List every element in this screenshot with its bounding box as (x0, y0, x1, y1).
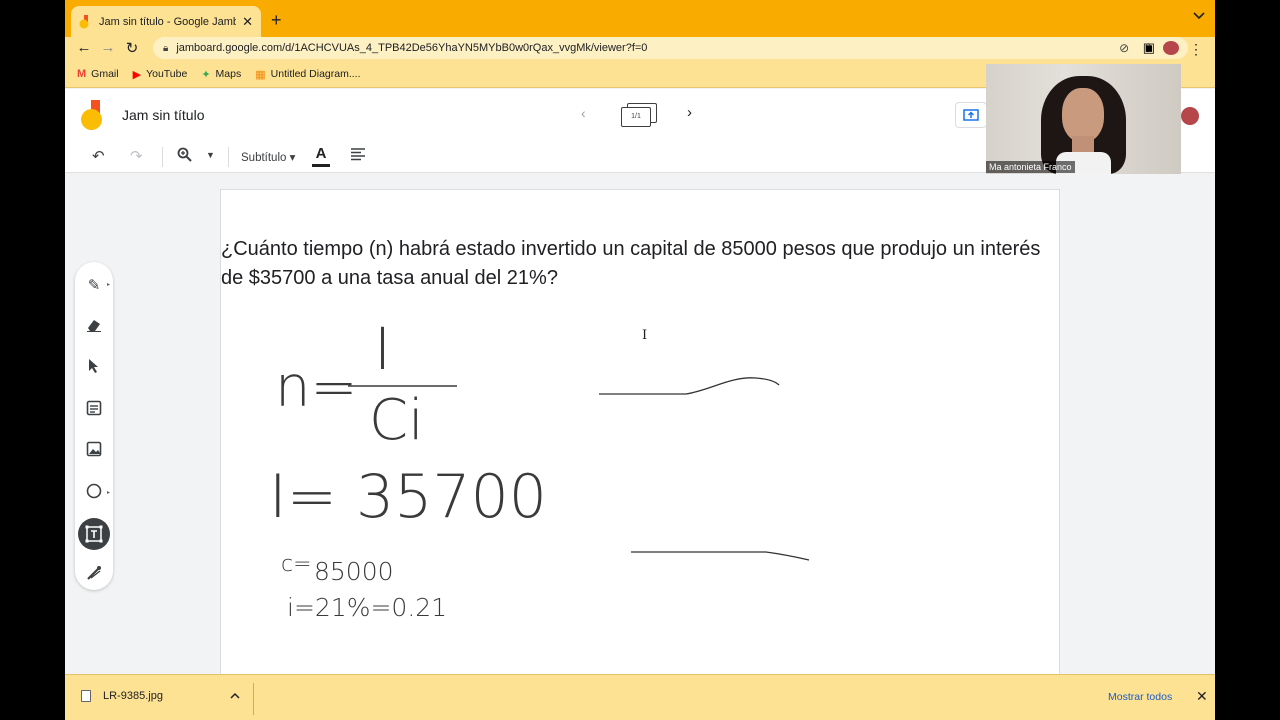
browser-window: Jam sin título - Google Jamboard ✕ + ← →… (65, 0, 1215, 720)
toolbar-divider (162, 147, 163, 167)
image-icon (86, 441, 102, 461)
image-tool[interactable] (75, 434, 113, 468)
shape-tool[interactable]: ▸ (75, 476, 113, 510)
video-call-tile[interactable]: Ma antonieta Franco (986, 64, 1181, 174)
download-options-chevron-icon[interactable] (230, 690, 240, 702)
close-download-bar-icon[interactable]: ✕ (1196, 688, 1208, 705)
present-icon (963, 109, 979, 121)
new-tab-button[interactable]: + (271, 10, 282, 31)
tool-palette: ✎ ▸ ▸ (75, 262, 113, 590)
zoom-dropdown-icon[interactable]: ▼ (206, 150, 215, 160)
back-button[interactable]: ← (71, 39, 97, 56)
next-frame-chevron-icon[interactable]: › (687, 104, 692, 121)
bookmark-label: Gmail (91, 68, 119, 80)
toolbar-divider (228, 147, 229, 167)
jam-title[interactable]: Jam sin título (122, 107, 204, 123)
url-text[interactable]: jamboard.google.com/d/1ACHCVUAs_4_TPB42D… (176, 42, 1119, 54)
eraser-tool[interactable] (75, 310, 113, 344)
gmail-icon: M (77, 68, 87, 80)
redo-icon[interactable]: ↷ (130, 147, 143, 165)
bookmark-label: YouTube (146, 68, 188, 80)
canvas-area: ¿Cuánto tiempo (n) habrá estado invertid… (65, 174, 1215, 679)
font-style-dropdown[interactable]: Subtítulo ▾ (241, 150, 295, 164)
text-color-icon[interactable]: A (312, 145, 330, 167)
zoom-icon[interactable] (177, 147, 192, 166)
ink-stroke-1[interactable] (599, 377, 780, 395)
eye-off-icon[interactable]: ⊘ (1119, 41, 1129, 55)
tab-title: Jam sin título - Google Jamboard (99, 15, 237, 28)
select-tool[interactable] (75, 351, 113, 385)
ink-stroke-2[interactable] (631, 551, 810, 561)
file-icon (81, 690, 91, 702)
cursor-arrow-icon (88, 358, 100, 378)
chrome-menu-icon[interactable]: ⋮ (1189, 41, 1203, 58)
tab-search-chevron-icon[interactable] (1193, 11, 1205, 23)
circle-shape-icon (86, 483, 102, 503)
bookmark-youtube[interactable]: ▶ YouTube (133, 68, 188, 81)
profile-avatar[interactable] (1163, 41, 1179, 55)
download-file-name: LR-9385.jpg (103, 690, 163, 702)
font-style-label: Subtítulo (241, 152, 287, 164)
undo-icon[interactable]: ↶ (92, 147, 105, 165)
jamboard-logo-icon[interactable] (81, 100, 105, 130)
laser-tool[interactable] (75, 558, 113, 592)
drawio-icon: ▦ (255, 68, 266, 81)
bookmark-gmail[interactable]: M Gmail (77, 68, 119, 80)
youtube-icon: ▶ (132, 68, 142, 81)
jam-frame[interactable]: ¿Cuánto tiempo (n) habrá estado invertid… (220, 189, 1060, 679)
bookmark-untitled-diagram[interactable]: ▦ Untitled Diagram.... (255, 68, 360, 81)
text-box-tool[interactable] (75, 517, 113, 551)
sticky-note-icon (86, 400, 102, 420)
account-avatar[interactable] (1181, 107, 1199, 125)
reload-button[interactable]: ↻ (119, 39, 145, 57)
show-all-downloads-link[interactable]: Mostrar todos (1108, 691, 1172, 703)
pen-tool[interactable]: ✎ ▸ (75, 268, 113, 302)
download-item[interactable]: LR-9385.jpg (81, 690, 163, 702)
ink-strokes[interactable] (221, 190, 1059, 678)
maps-icon: ✦ (201, 68, 211, 81)
tab-strip: Jam sin título - Google Jamboard ✕ + (65, 0, 1215, 37)
bookmark-label: Untitled Diagram.... (270, 68, 361, 80)
frame-bar-toggle[interactable]: 1/1 (621, 103, 657, 127)
align-icon[interactable] (350, 147, 366, 165)
text-cursor-icon: I (642, 328, 648, 343)
browser-toolbar: ← → ↻ 🔒︎ jamboard.google.com/d/1ACHCVUAs… (65, 37, 1215, 61)
text-box-icon (78, 518, 110, 550)
bookmark-maps[interactable]: ✦ Maps (201, 68, 241, 81)
tab-close-icon[interactable]: ✕ (242, 14, 253, 30)
side-panel-icon[interactable]: ▣ (1143, 40, 1155, 56)
page-indicator: 1/1 (621, 107, 651, 127)
sticky-note-tool[interactable] (75, 393, 113, 427)
pen-icon: ✎ (87, 277, 101, 294)
address-bar[interactable]: 🔒︎ jamboard.google.com/d/1ACHCVUAs_4_TPB… (153, 37, 1188, 59)
participant-name: Ma antonieta Franco (986, 161, 1075, 173)
present-button[interactable] (955, 102, 987, 128)
tab-jamboard[interactable]: Jam sin título - Google Jamboard ✕ (71, 6, 261, 37)
bookmark-label: Maps (215, 68, 242, 80)
prev-frame-chevron-icon[interactable]: ‹ (581, 105, 586, 121)
eraser-icon (86, 318, 102, 336)
laser-icon (86, 565, 102, 585)
jamboard-favicon-icon (79, 14, 91, 29)
download-bar: LR-9385.jpg Mostrar todos ✕ (65, 674, 1215, 720)
forward-button[interactable]: → (95, 39, 121, 56)
lock-icon[interactable]: 🔒︎ (163, 43, 168, 54)
download-divider (253, 683, 254, 715)
